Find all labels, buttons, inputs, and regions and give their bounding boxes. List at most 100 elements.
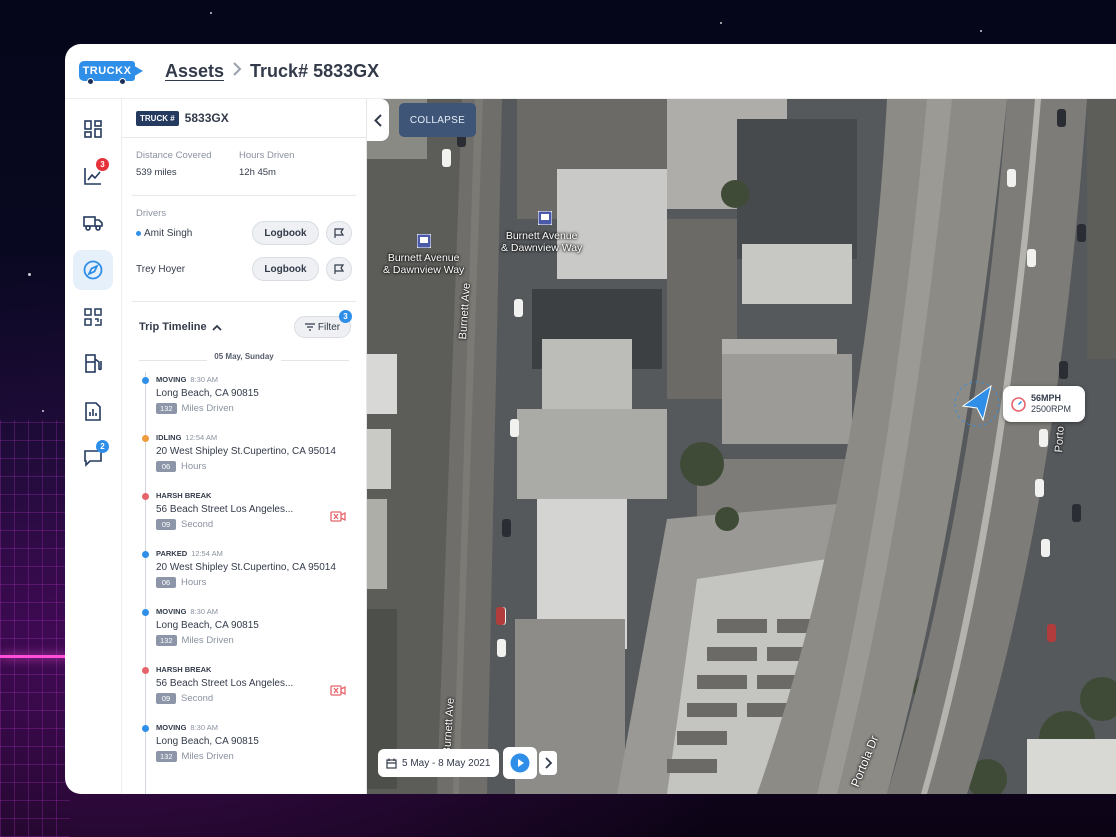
map-label-street: Porto [1053, 425, 1067, 453]
nav-qr[interactable] [73, 297, 113, 337]
bus-stop-icon[interactable] [538, 211, 552, 225]
filter-button[interactable]: Filter 3 [294, 310, 352, 338]
stat-value: 12h 45m [239, 167, 276, 178]
nav-fuel[interactable] [73, 344, 113, 384]
next-button[interactable] [539, 751, 557, 775]
chevron-up-icon[interactable] [212, 324, 222, 331]
drivers-section: Drivers Amit Singh Logbook Trey Hoyer Lo… [132, 196, 356, 302]
logo-wheel [87, 78, 94, 85]
timeline-event[interactable]: MOVING 8:30 AM Long Beach, CA 90815 132 Mile… [139, 720, 366, 778]
truck-tag: TRUCK # [136, 110, 179, 126]
event-metric: 132 Miles Driven [156, 751, 366, 762]
collapse-button[interactable]: COLLAPSE [399, 103, 476, 137]
date-range-picker[interactable]: 5 May - 8 May 2021 [378, 749, 499, 777]
timeline-event-type: PARKED 12:54 AM [156, 546, 366, 558]
logbook-button[interactable]: Logbook [252, 221, 319, 245]
timeline-event[interactable]: MOVING 8:30 AM Long Beach, CA 90815 132 Mile… [139, 372, 366, 430]
event-metric-unit: Miles Driven [181, 403, 234, 414]
event-metric-unit: Second [181, 693, 214, 704]
breadcrumb-assets-link[interactable]: Assets [165, 61, 224, 82]
event-address: Long Beach, CA 90815 [156, 620, 259, 631]
chevron-right-icon [232, 61, 242, 81]
event-time: 12:54 AM [191, 549, 223, 558]
collapse-panel-toggle[interactable] [367, 99, 389, 141]
event-metric-unit: Second [181, 519, 214, 530]
event-time: 8:30 AM [190, 607, 218, 616]
star-decoration [42, 410, 44, 412]
timeline-event-dot [142, 493, 149, 500]
speedometer-icon [1011, 396, 1026, 412]
truck-detail-panel: TRUCK # 5833GX Distance Covered 539 mile… [122, 99, 367, 794]
stat-label: Hours Driven [239, 150, 295, 161]
event-type-text: IDLING [156, 433, 182, 442]
event-time: 8:30 AM [190, 723, 218, 732]
timeline-event-type: MOVING 8:30 AM [156, 604, 366, 616]
event-metric-unit: Hours [181, 577, 207, 588]
timeline-event[interactable]: IDLING 12:54 AM 20 West Shipley St.Cuperti… [139, 430, 366, 488]
header: TRUCKX Assets Truck# 5833GX [65, 44, 1116, 99]
event-type-text: HARSH BREAK [156, 665, 212, 674]
logbook-button[interactable]: Logbook [252, 257, 319, 281]
flag-button[interactable] [326, 257, 352, 281]
event-metric: 132 Miles Driven [156, 403, 366, 414]
flag-button[interactable] [326, 221, 352, 245]
event-metric: 06 Hours [156, 577, 366, 588]
event-metric-value: 132 [156, 403, 177, 414]
trip-timeline-header: Trip Timeline Filter 3 [122, 302, 366, 352]
event-metric-value: 132 [156, 751, 177, 762]
vehicle-location-arrow-icon[interactable] [959, 384, 995, 422]
nav-dashboard[interactable] [73, 109, 113, 149]
nav-analytics[interactable]: 3 [73, 156, 113, 196]
timeline-event[interactable]: MOVING 8:30 AM Long Beach, CA 90815 132 Mile… [139, 604, 366, 662]
filter-icon [304, 323, 315, 331]
star-decoration [720, 22, 722, 24]
truck-id: 5833GX [184, 111, 229, 125]
map-label-bus-stop: Burnett Avenue & Dawnview Way [501, 230, 583, 255]
timeline-event[interactable]: PARKED 12:54 AM 20 West Shipley St.Cuperti… [139, 546, 366, 604]
play-button[interactable] [503, 747, 537, 779]
report-icon [85, 401, 101, 421]
timeline-event-dot [142, 609, 149, 616]
event-address: 20 West Shipley St.Cupertino, CA 95014 [156, 562, 336, 573]
nav-messages[interactable]: 2 [73, 438, 113, 478]
driver-row: Trey Hoyer Logbook [136, 257, 356, 281]
video-camera-icon[interactable] [330, 509, 346, 527]
bus-stop-icon[interactable] [417, 234, 431, 248]
driver-name-text: Trey Hoyer [136, 263, 186, 275]
trip-timeline-title[interactable]: Trip Timeline [139, 321, 207, 333]
event-metric-value: 09 [156, 693, 176, 704]
timeline-event[interactable]: HARSH BREAK 56 Beach Street Los Angeles..… [139, 488, 366, 546]
nav-navigation[interactable] [73, 250, 113, 290]
event-time: 12:54 AM [185, 433, 218, 442]
satellite-map [367, 99, 1116, 794]
truckx-logo[interactable]: TRUCKX [79, 58, 143, 85]
speed-card: 56MPH 2500RPM [1003, 386, 1085, 422]
event-metric-unit: Miles Driven [181, 751, 234, 762]
timeline-event[interactable]: HARSH BREAK 56 Beach Street Los Angeles..… [139, 662, 366, 720]
star-decoration [210, 12, 212, 14]
video-camera-icon[interactable] [330, 683, 346, 701]
star-decoration [980, 30, 982, 32]
breadcrumb: Assets Truck# 5833GX [165, 61, 379, 82]
filter-count-badge: 3 [339, 310, 352, 323]
nav-trucks[interactable] [73, 203, 113, 243]
timeline-event-type: MOVING 8:30 AM [156, 372, 366, 384]
nav-reports[interactable] [73, 391, 113, 431]
truck-icon [83, 216, 103, 231]
date-range-text: 5 May - 8 May 2021 [402, 757, 491, 769]
messages-badge: 2 [96, 440, 109, 453]
timeline-date-separator: 05 May, Sunday [139, 352, 349, 372]
event-type-text: PARKED [156, 549, 188, 558]
calendar-icon [386, 758, 397, 769]
sidebar-nav: 3 2 [65, 99, 122, 794]
logo-wheel [119, 78, 126, 85]
event-metric: 132 Miles Driven [156, 635, 366, 646]
neon-glow-line [0, 655, 70, 658]
live-indicator [136, 230, 141, 236]
event-metric-unit: Hours [181, 461, 207, 472]
timeline-event-type: IDLING 12:54 AM [156, 430, 366, 442]
map-view[interactable]: Burnett Avenue & Dawnview Way Burnett Av… [367, 99, 1116, 794]
event-address: Long Beach, CA 90815 [156, 736, 259, 747]
event-metric-value: 06 [156, 461, 176, 472]
driver-name: Amit Singh [136, 228, 192, 239]
